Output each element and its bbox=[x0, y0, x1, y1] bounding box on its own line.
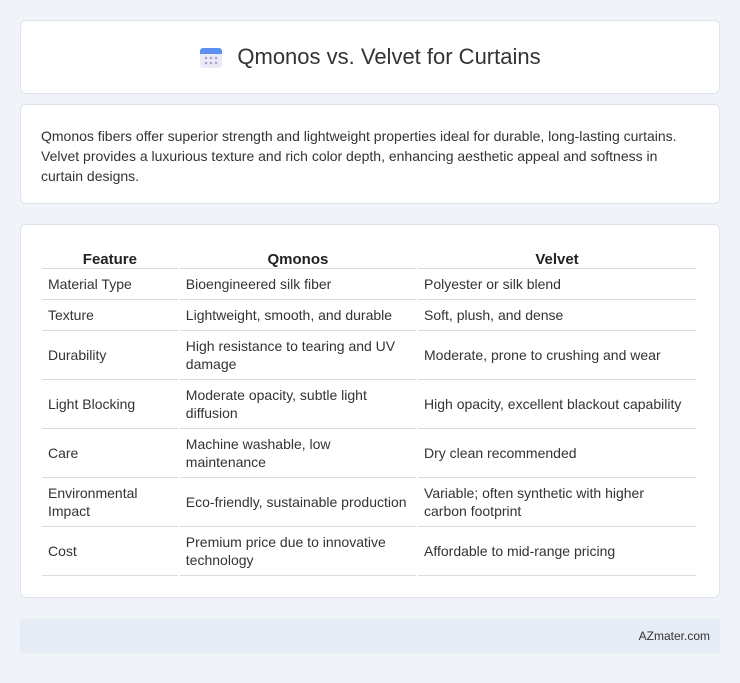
cell-velvet: Affordable to mid-range pricing bbox=[418, 527, 696, 576]
cell-qmonos: Eco-friendly, sustainable production bbox=[179, 478, 417, 527]
cell-qmonos: Premium price due to innovative technolo… bbox=[179, 527, 417, 576]
comparison-table: Feature Qmonos Velvet Material Type Bioe… bbox=[40, 247, 698, 576]
intro-card: Qmonos fibers offer superior strength an… bbox=[20, 104, 720, 204]
table-row: Light Blocking Moderate opacity, subtle … bbox=[42, 380, 696, 429]
title-card: Qmonos vs. Velvet for Curtains bbox=[20, 20, 720, 94]
header-feature: Feature bbox=[42, 247, 178, 269]
cell-feature: Durability bbox=[42, 331, 178, 380]
footer: AZmater.com bbox=[20, 619, 720, 653]
title-wrap: Qmonos vs. Velvet for Curtains bbox=[199, 44, 541, 70]
table-card: Feature Qmonos Velvet Material Type Bioe… bbox=[20, 224, 720, 598]
cell-qmonos: Lightweight, smooth, and durable bbox=[179, 300, 417, 331]
table-header-row: Feature Qmonos Velvet bbox=[42, 247, 696, 269]
cell-feature: Care bbox=[42, 429, 178, 478]
cell-qmonos: Machine washable, low maintenance bbox=[179, 429, 417, 478]
table-row: Texture Lightweight, smooth, and durable… bbox=[42, 300, 696, 331]
table-row: Cost Premium price due to innovative tec… bbox=[42, 527, 696, 576]
cell-feature: Cost bbox=[42, 527, 178, 576]
cell-velvet: Polyester or silk blend bbox=[418, 269, 696, 300]
calendar-icon bbox=[199, 45, 223, 69]
footer-source-link[interactable]: AZmater.com bbox=[639, 629, 710, 643]
page-title: Qmonos vs. Velvet for Curtains bbox=[237, 44, 541, 69]
cell-feature: Environmental Impact bbox=[42, 478, 178, 527]
cell-velvet: Dry clean recommended bbox=[418, 429, 696, 478]
cell-qmonos: Bioengineered silk fiber bbox=[179, 269, 417, 300]
cell-qmonos: Moderate opacity, subtle light diffusion bbox=[179, 380, 417, 429]
cell-velvet: High opacity, excellent blackout capabil… bbox=[418, 380, 696, 429]
table-row: Care Machine washable, low maintenance D… bbox=[42, 429, 696, 478]
cell-feature: Texture bbox=[42, 300, 178, 331]
cell-velvet: Moderate, prone to crushing and wear bbox=[418, 331, 696, 380]
table-row: Environmental Impact Eco-friendly, susta… bbox=[42, 478, 696, 527]
cell-feature: Material Type bbox=[42, 269, 178, 300]
header-velvet: Velvet bbox=[418, 247, 696, 269]
cell-qmonos: High resistance to tearing and UV damage bbox=[179, 331, 417, 380]
intro-text: Qmonos fibers offer superior strength an… bbox=[41, 128, 677, 184]
cell-feature: Light Blocking bbox=[42, 380, 178, 429]
cell-velvet: Soft, plush, and dense bbox=[418, 300, 696, 331]
table-row: Material Type Bioengineered silk fiber P… bbox=[42, 269, 696, 300]
header-qmonos: Qmonos bbox=[179, 247, 417, 269]
table-row: Durability High resistance to tearing an… bbox=[42, 331, 696, 380]
cell-velvet: Variable; often synthetic with higher ca… bbox=[418, 478, 696, 527]
